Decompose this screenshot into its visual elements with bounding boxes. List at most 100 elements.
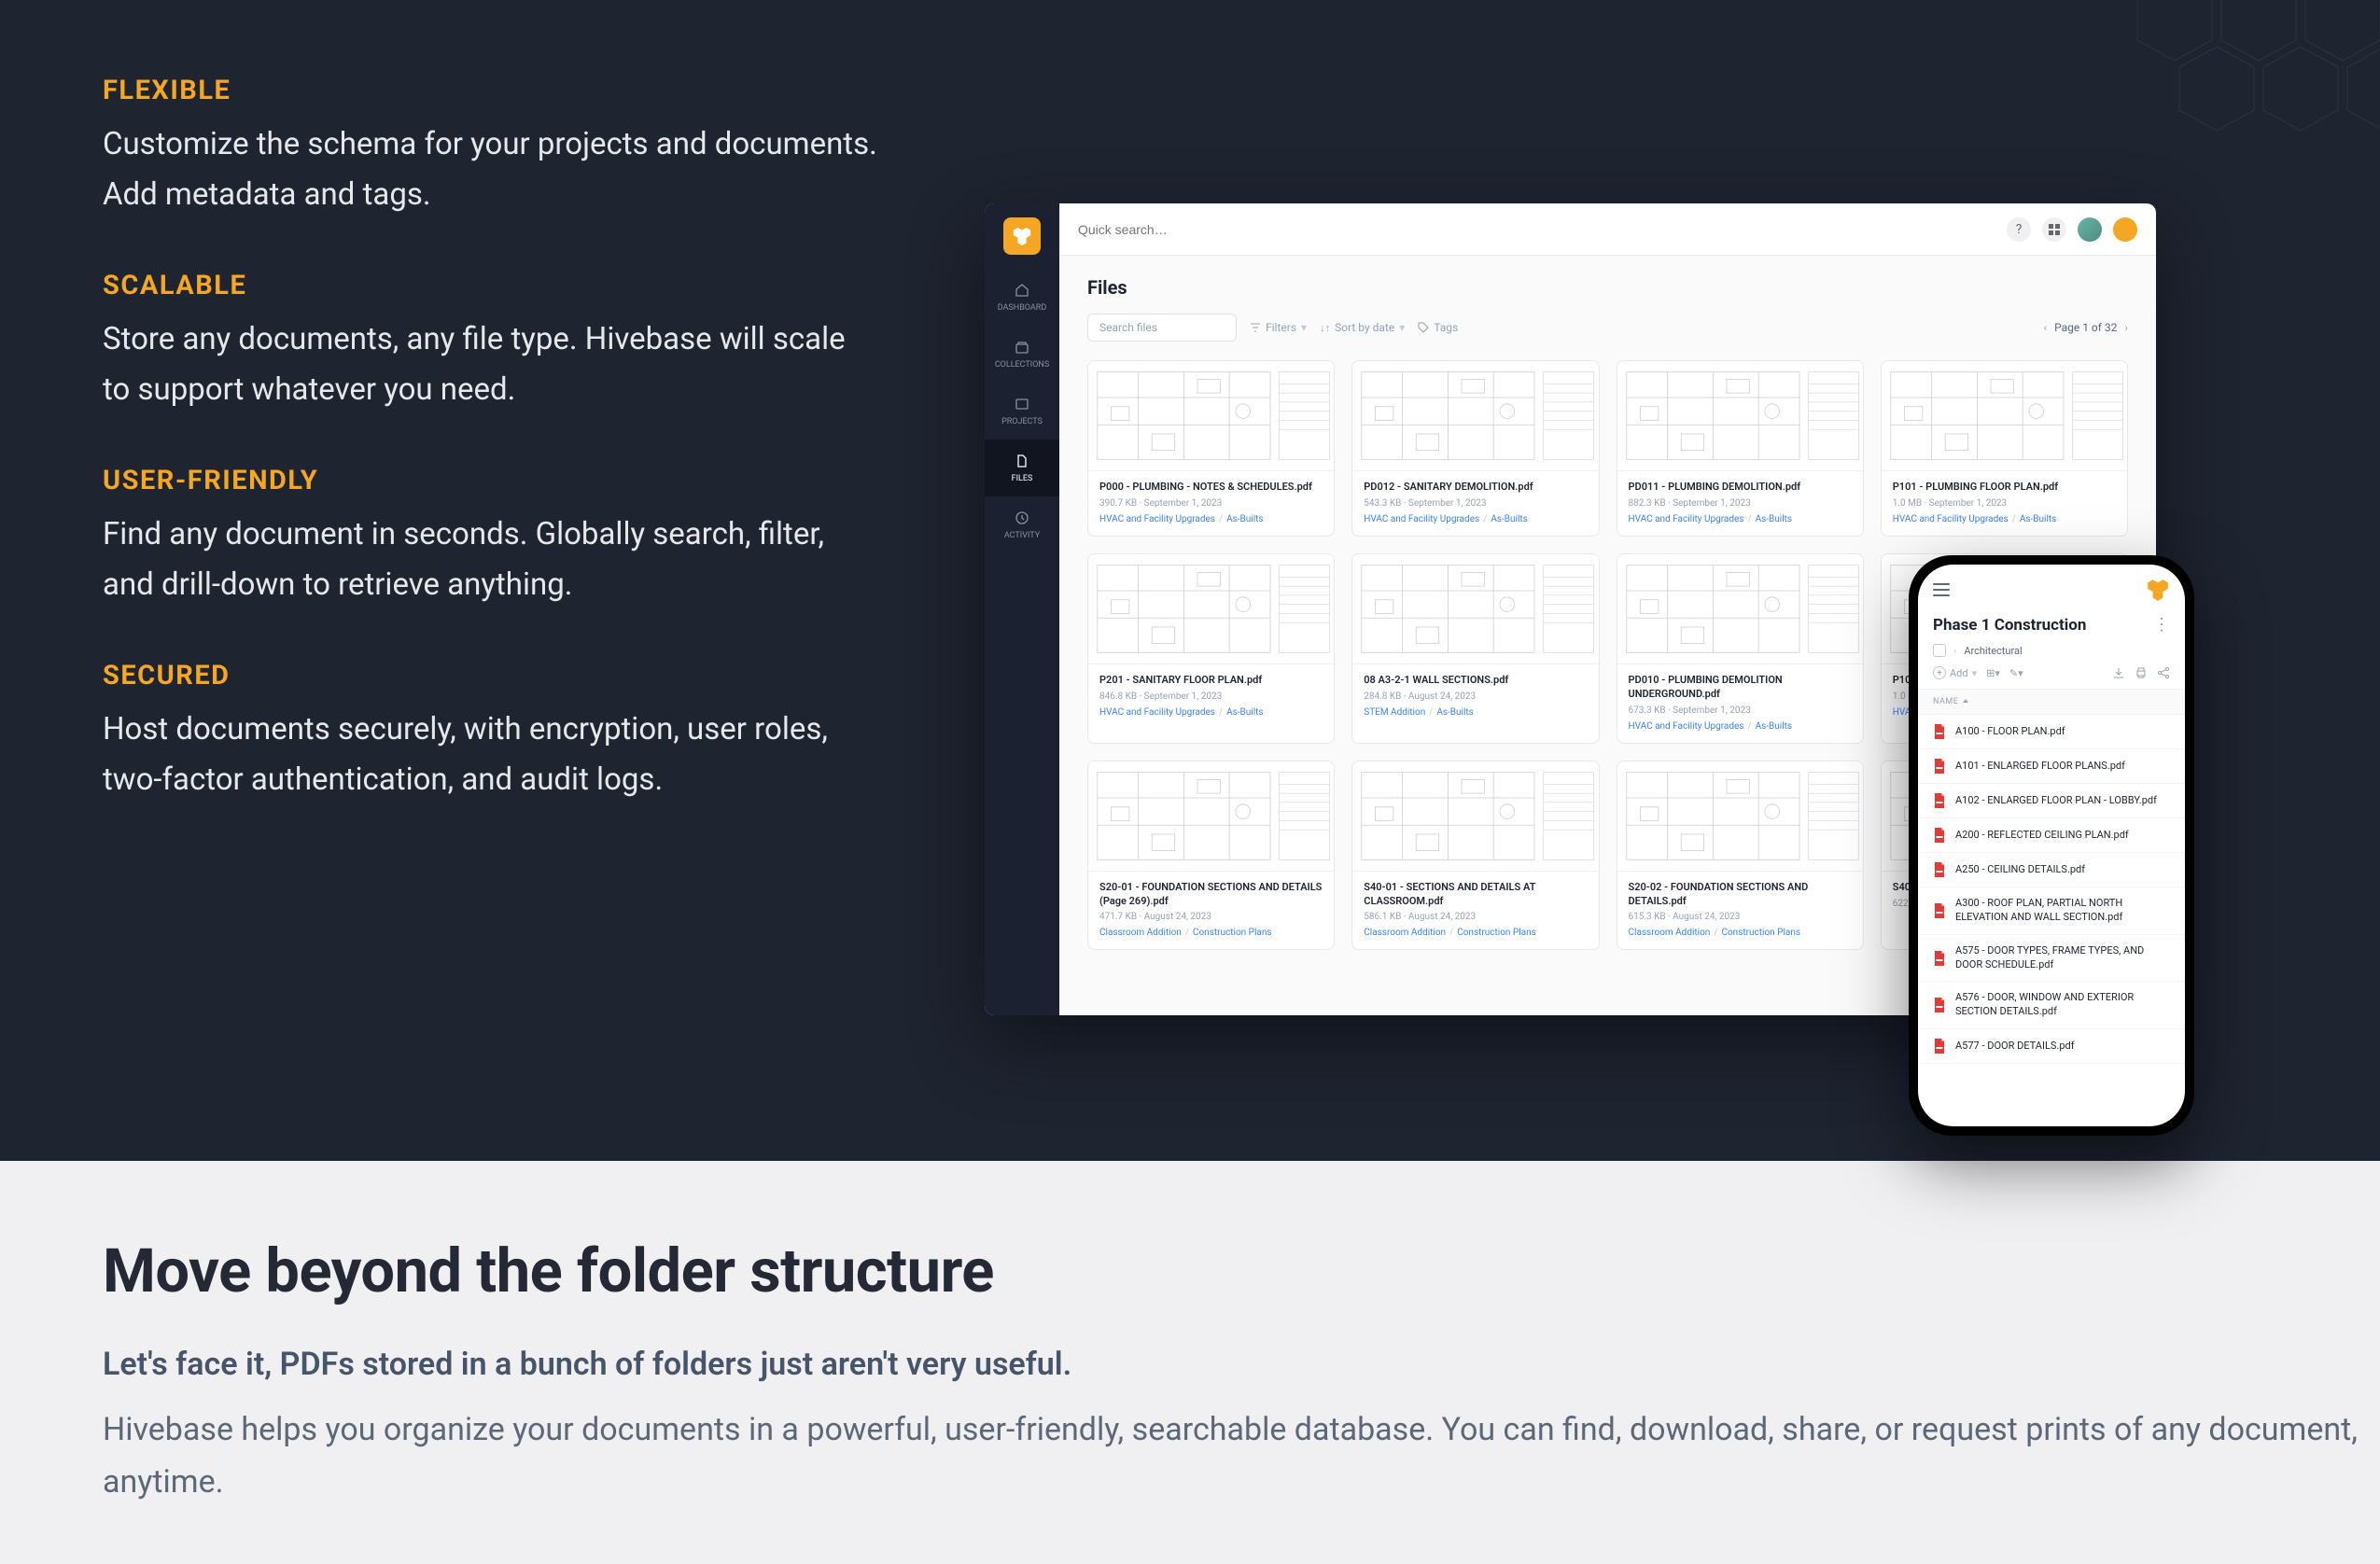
- file-name: PD010 - PLUMBING DEMOLITION UNDERGROUND.…: [1629, 674, 1852, 702]
- file-tags[interactable]: HVAC and Facility Upgrades/As-Builts: [1893, 514, 2116, 524]
- file-tags[interactable]: HVAC and Facility Upgrades/As-Builts: [1629, 721, 1852, 732]
- section-heading: Move beyond the folder structure: [103, 1236, 2380, 1306]
- help-icon[interactable]: ?: [2007, 217, 2031, 242]
- share-icon[interactable]: [2157, 666, 2170, 679]
- nav-files[interactable]: FILES: [985, 440, 1059, 496]
- pdf-icon: [1933, 1039, 1946, 1054]
- file-card[interactable]: P101 - PLUMBING FLOOR PLAN.pdf1.0 MB · S…: [1881, 360, 2128, 537]
- section-body: Hivebase helps you organize your documen…: [103, 1403, 2380, 1508]
- nav-collections[interactable]: COLLECTIONS: [985, 326, 1059, 383]
- phone-file-name: A101 - ENLARGED FLOOR PLANS.pdf: [1955, 760, 2125, 774]
- search-files-input[interactable]: Search files: [1087, 314, 1237, 342]
- phone-file-row[interactable]: A575 - DOOR TYPES, FRAME TYPES, AND DOOR…: [1918, 935, 2185, 983]
- phone-file-name: A300 - ROOF PLAN, PARTIAL NORTH ELEVATIO…: [1955, 897, 2170, 925]
- phone-file-row[interactable]: A102 - ENLARGED FLOOR PLAN - LOBBY.pdf: [1918, 784, 2185, 818]
- file-card[interactable]: PD012 - SANITARY DEMOLITION.pdf 543.3 KB …: [1351, 360, 1599, 537]
- phone-file-row[interactable]: A200 - REFLECTED CEILING PLAN.pdf: [1918, 818, 2185, 853]
- file-thumbnail: [1088, 761, 1334, 872]
- file-meta: 543.3 KB · September 1, 2023: [1364, 498, 1587, 509]
- phone-file-name: A100 - FLOOR PLAN.pdf: [1955, 725, 2065, 739]
- breadcrumb-label: Architectural: [1964, 645, 2022, 657]
- nav-projects[interactable]: PROJECTS: [985, 383, 1059, 440]
- feature-flexible: FLEXIBLE Customize the schema for your p…: [103, 75, 877, 221]
- phone-file-row[interactable]: A250 - CEILING DETAILS.pdf: [1918, 853, 2185, 887]
- file-tags[interactable]: Classroom Addition/Construction Plans: [1099, 928, 1323, 938]
- file-card[interactable]: 08 A3-2-1 WALL SECTIONS.pdf284.8 KB · Au…: [1351, 553, 1599, 744]
- file-tags[interactable]: Classroom Addition/Construction Plans: [1629, 928, 1852, 938]
- file-name: S20-01 - FOUNDATION SECTIONS AND DETAILS…: [1099, 881, 1323, 909]
- phone-file-name: A575 - DOOR TYPES, FRAME TYPES, AND DOOR…: [1955, 944, 2170, 972]
- projects-icon: [1014, 396, 1030, 412]
- file-name: PD011 - PLUMBING DEMOLITION.pdf: [1629, 481, 1852, 495]
- sort-asc-icon: [1962, 698, 1969, 705]
- quick-search-input[interactable]: [1078, 222, 1992, 237]
- file-card[interactable]: S40-01 - SECTIONS AND DETAILS AT CLASSRO…: [1351, 761, 1599, 951]
- phone-file-row[interactable]: A577 - DOOR DETAILS.pdf: [1918, 1029, 2185, 1064]
- phone-file-row[interactable]: A100 - FLOOR PLAN.pdf: [1918, 715, 2185, 749]
- app-logo[interactable]: [1003, 217, 1041, 255]
- menu-icon[interactable]: [1933, 583, 1950, 596]
- phone-file-row[interactable]: A300 - ROOF PLAN, PARTIAL NORTH ELEVATIO…: [1918, 887, 2185, 935]
- download-icon[interactable]: [2112, 666, 2125, 679]
- file-name: 08 A3-2-1 WALL SECTIONS.pdf: [1364, 674, 1587, 688]
- phone-file-name: A102 - ENLARGED FLOOR PLAN - LOBBY.pdf: [1955, 794, 2157, 808]
- phone-screenshot: Phase 1 Construction ⋮ › Architectural +…: [1909, 555, 2194, 1136]
- file-card[interactable]: S20-02 - FOUNDATION SECTIONS AND DETAILS…: [1617, 761, 1864, 951]
- phone-breadcrumb[interactable]: › Architectural: [1918, 644, 2185, 666]
- edit-icon[interactable]: ✎▾: [2009, 667, 2023, 679]
- file-tags[interactable]: STEM Addition/As-Builts: [1364, 707, 1587, 718]
- file-thumbnail: [1088, 361, 1334, 471]
- file-thumbnail: [1882, 361, 2127, 471]
- file-tags[interactable]: Classroom Addition/Construction Plans: [1364, 928, 1587, 938]
- file-thumbnail: [1088, 554, 1334, 664]
- phone-topbar: [1918, 565, 2185, 609]
- file-thumbnail: [1352, 554, 1598, 664]
- file-thumbnail: [1617, 361, 1863, 471]
- phone-logo[interactable]: [2146, 578, 2170, 602]
- collections-icon: [1014, 339, 1030, 356]
- nav-dashboard[interactable]: DASHBOARD: [985, 269, 1059, 326]
- grid-icon[interactable]: [2042, 217, 2066, 242]
- file-card[interactable]: P000 - PLUMBING - NOTES & SCHEDULES.pdf3…: [1087, 360, 1335, 537]
- pagination-label: Page 1 of 32: [2054, 321, 2117, 334]
- file-card[interactable]: PD010 - PLUMBING DEMOLITION UNDERGROUND.…: [1617, 553, 1864, 744]
- feature-user-friendly: USER-FRIENDLY Find any document in secon…: [103, 465, 877, 611]
- collection-icon: [1933, 644, 1946, 657]
- filters-button[interactable]: Filters▾: [1250, 321, 1307, 334]
- file-thumbnail: [1352, 361, 1598, 471]
- page-title: Files: [1087, 276, 2128, 299]
- file-card[interactable]: P201 - SANITARY FLOOR PLAN.pdf846.8 KB ·…: [1087, 553, 1335, 744]
- tags-button[interactable]: Tags: [1418, 321, 1458, 334]
- print-icon[interactable]: [2135, 666, 2148, 679]
- file-tags[interactable]: HVAC and Facility Upgrades/As-Builts: [1629, 514, 1852, 524]
- light-section: Move beyond the folder structure Let's f…: [0, 1161, 2380, 1564]
- tree-icon[interactable]: ⊞▾: [1986, 667, 2000, 679]
- pdf-icon: [1933, 828, 1946, 843]
- phone-list-header[interactable]: NAME: [1918, 689, 2185, 715]
- next-page-button[interactable]: ›: [2124, 321, 2128, 334]
- prev-page-button[interactable]: ‹: [2043, 321, 2047, 334]
- file-meta: 673.3 KB · September 1, 2023: [1629, 705, 1852, 716]
- feature-body: Customize the schema for your projects a…: [103, 119, 877, 221]
- add-button[interactable]: +Add▾: [1933, 666, 1977, 679]
- file-name: PD012 - SANITARY DEMOLITION.pdf: [1364, 481, 1587, 495]
- user-avatar[interactable]: [2078, 217, 2102, 242]
- more-icon[interactable]: ⋮: [2153, 615, 2170, 635]
- pdf-icon: [1933, 862, 1946, 877]
- file-tags[interactable]: HVAC and Facility Upgrades/As-Builts: [1099, 514, 1323, 524]
- file-thumbnail: [1352, 761, 1598, 872]
- file-meta: 390.7 KB · September 1, 2023: [1099, 498, 1323, 509]
- phone-file-row[interactable]: A576 - DOOR, WINDOW AND EXTERIOR SECTION…: [1918, 982, 2185, 1029]
- nav-activity[interactable]: ACTIVITY: [985, 496, 1059, 553]
- phone-file-name: A577 - DOOR DETAILS.pdf: [1955, 1040, 2075, 1054]
- sort-button[interactable]: ↓↑Sort by date▾: [1320, 321, 1405, 334]
- feature-title: SECURED: [103, 660, 877, 691]
- phone-file-row[interactable]: A101 - ENLARGED FLOOR PLANS.pdf: [1918, 749, 2185, 784]
- file-tags[interactable]: HVAC and Facility Upgrades/As-Builts: [1364, 514, 1587, 524]
- file-card[interactable]: S20-01 - FOUNDATION SECTIONS AND DETAILS…: [1087, 761, 1335, 951]
- org-avatar[interactable]: [2113, 217, 2137, 242]
- file-card[interactable]: PD011 - PLUMBING DEMOLITION.pdf882.3 KB …: [1617, 360, 1864, 537]
- file-tags[interactable]: HVAC and Facility Upgrades/As-Builts: [1099, 707, 1323, 718]
- pdf-icon: [1933, 903, 1946, 918]
- section-lead: Let's face it, PDFs stored in a bunch of…: [103, 1346, 2380, 1383]
